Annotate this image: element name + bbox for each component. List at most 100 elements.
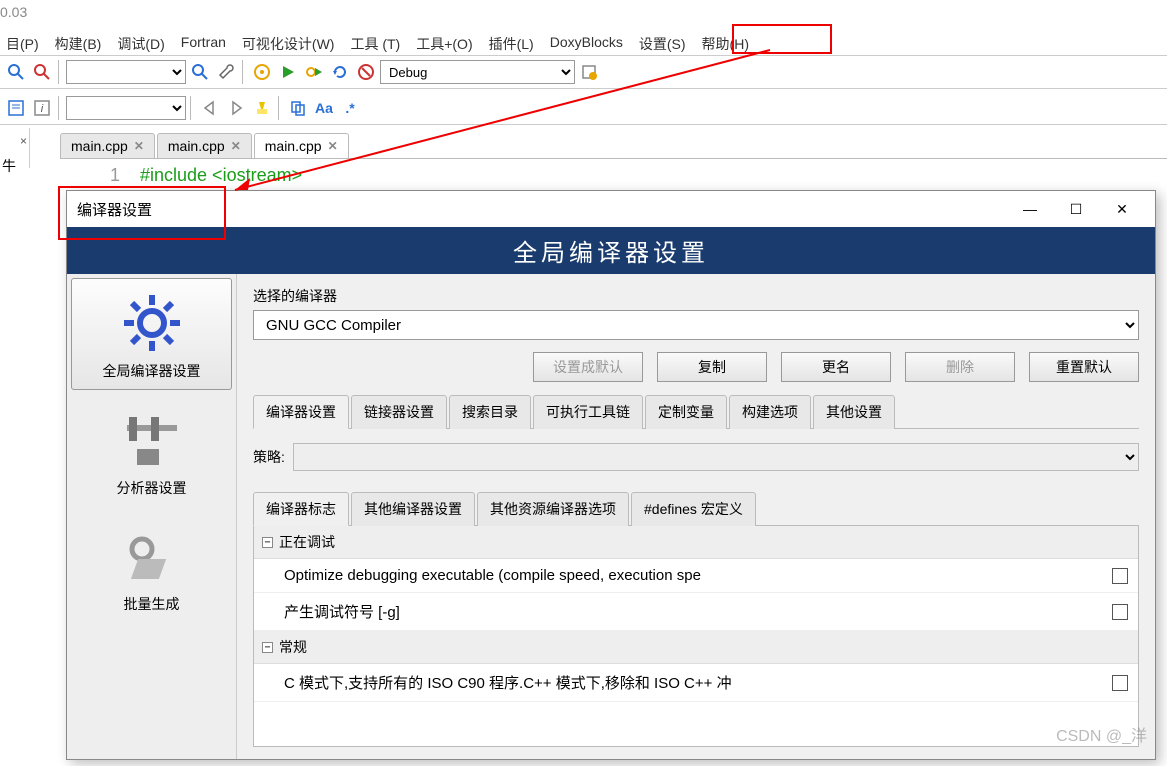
collapse-icon[interactable]: − <box>262 537 273 548</box>
search-icon[interactable] <box>188 60 212 84</box>
menu-settings[interactable]: 设置(S) <box>633 30 692 58</box>
sidebar-item-batch-build[interactable]: 批量生成 <box>71 512 232 622</box>
delete-button[interactable]: 删除 <box>905 352 1015 382</box>
settings-tabs: 编译器设置 链接器设置 搜索目录 可执行工具链 定制变量 构建选项 其他设置 <box>253 394 1139 429</box>
reset-default-button[interactable]: 重置默认 <box>1029 352 1139 382</box>
left-panel: × 牛 <box>0 128 30 168</box>
code-editor[interactable]: 1#include <iostream> <box>60 158 1167 186</box>
file-tab[interactable]: main.cpp✕ <box>254 133 349 158</box>
menu-tools-plus[interactable]: 工具+(O) <box>410 30 478 58</box>
file-tab[interactable]: main.cpp✕ <box>60 133 155 158</box>
line-number: 1 <box>60 165 140 186</box>
menu-fortran[interactable]: Fortran <box>175 30 232 58</box>
compiler-select-label: 选择的编译器 <box>253 286 1139 306</box>
close-panel-icon[interactable]: × <box>20 134 27 148</box>
tab-search-dirs[interactable]: 搜索目录 <box>449 395 531 429</box>
dialog-title-text: 编译器设置 <box>77 199 152 220</box>
file-tabs: main.cpp✕ main.cpp✕ main.cpp✕ <box>60 128 351 158</box>
back-icon[interactable] <box>198 96 222 120</box>
rename-button[interactable]: 更名 <box>781 352 891 382</box>
menu-build[interactable]: 构建(B) <box>49 30 108 58</box>
separator <box>278 96 282 120</box>
close-tab-icon[interactable]: ✕ <box>328 139 338 153</box>
wrench-icon[interactable] <box>214 60 238 84</box>
target-settings-icon[interactable] <box>577 60 601 84</box>
sidebar-item-analyzer[interactable]: 分析器设置 <box>71 396 232 506</box>
compiler-settings-dialog: 编译器设置 — ☐ ✕ 全局编译器设置 全局编译器设置 分析器设置 批量生成 选… <box>66 190 1156 760</box>
toolbar-row-2: i Aa .* <box>0 91 1167 125</box>
separator <box>58 60 62 84</box>
batch-gear-icon <box>75 520 228 592</box>
dialog-main: 选择的编译器 GNU GCC Compiler 设置成默认 复制 更名 删除 重… <box>237 274 1155 759</box>
flag-row[interactable]: C 模式下,支持所有的 ISO C90 程序.C++ 模式下,移除和 ISO C… <box>254 664 1138 702</box>
tab-defines[interactable]: #defines 宏定义 <box>631 492 756 526</box>
run-icon[interactable] <box>276 60 300 84</box>
build-target-combo[interactable]: Debug <box>380 60 575 84</box>
version-text: 0.03 <box>0 4 27 20</box>
flag-checkbox[interactable] <box>1112 604 1128 620</box>
build-icon[interactable] <box>250 60 274 84</box>
gear-icon <box>76 287 227 359</box>
close-button[interactable]: ✕ <box>1099 194 1145 224</box>
copy-icon[interactable] <box>286 96 310 120</box>
tab-other-resource[interactable]: 其他资源编译器选项 <box>477 492 629 526</box>
set-default-button[interactable]: 设置成默认 <box>533 352 643 382</box>
minimize-button[interactable]: — <box>1007 194 1053 224</box>
policy-select[interactable] <box>293 443 1139 471</box>
flags-tabs: 编译器标志 其他编译器设置 其他资源编译器选项 #defines 宏定义 <box>253 491 1139 526</box>
tab-build-options[interactable]: 构建选项 <box>729 395 811 429</box>
dialog-titlebar: 编译器设置 — ☐ ✕ <box>67 191 1155 227</box>
menu-visual-design[interactable]: 可视化设计(W) <box>236 30 341 58</box>
menu-doxyblocks[interactable]: DoxyBlocks <box>544 30 629 58</box>
tab-toolchain[interactable]: 可执行工具链 <box>533 395 643 429</box>
menu-tools[interactable]: 工具 (T) <box>344 30 406 58</box>
combo-2[interactable] <box>66 96 186 120</box>
separator <box>190 96 194 120</box>
group-general[interactable]: −常规 <box>254 631 1138 664</box>
caliper-icon <box>75 404 228 476</box>
outline-icon[interactable] <box>4 96 28 120</box>
abort-icon[interactable] <box>354 60 378 84</box>
file-tab[interactable]: main.cpp✕ <box>157 133 252 158</box>
menu-debug[interactable]: 调试(D) <box>111 30 170 58</box>
dialog-sidebar: 全局编译器设置 分析器设置 批量生成 <box>67 274 237 759</box>
build-run-icon[interactable] <box>302 60 326 84</box>
tab-other-settings[interactable]: 其他设置 <box>813 395 895 429</box>
tab-compiler-settings[interactable]: 编译器设置 <box>253 395 349 429</box>
menu-plugins[interactable]: 插件(L) <box>483 30 540 58</box>
flags-list[interactable]: −正在调试 Optimize debugging executable (com… <box>253 525 1139 747</box>
separator <box>58 96 62 120</box>
svg-text:i: i <box>41 103 44 115</box>
panel-label: 牛 <box>2 156 16 176</box>
dialog-banner: 全局编译器设置 <box>67 227 1155 274</box>
info-icon[interactable]: i <box>30 96 54 120</box>
regex-icon[interactable]: .* <box>338 96 362 120</box>
sidebar-item-global-compiler[interactable]: 全局编译器设置 <box>71 278 232 390</box>
forward-icon[interactable] <box>224 96 248 120</box>
menu-help[interactable]: 帮助(H) <box>696 30 755 58</box>
copy-button[interactable]: 复制 <box>657 352 767 382</box>
group-debugging[interactable]: −正在调试 <box>254 526 1138 559</box>
compiler-select[interactable]: GNU GCC Compiler <box>253 310 1139 340</box>
flag-row[interactable]: Optimize debugging executable (compile s… <box>254 559 1138 593</box>
highlight-icon[interactable] <box>250 96 274 120</box>
rebuild-icon[interactable] <box>328 60 352 84</box>
tab-linker-settings[interactable]: 链接器设置 <box>351 395 447 429</box>
separator <box>242 60 246 84</box>
maximize-button[interactable]: ☐ <box>1053 194 1099 224</box>
tab-compiler-flags[interactable]: 编译器标志 <box>253 492 349 526</box>
menu-project[interactable]: 目(P) <box>0 30 45 58</box>
flag-checkbox[interactable] <box>1112 675 1128 691</box>
flag-row[interactable]: 产生调试符号 [-g] <box>254 593 1138 631</box>
close-tab-icon[interactable]: ✕ <box>134 139 144 153</box>
flag-checkbox[interactable] <box>1112 568 1128 584</box>
tab-other-compiler[interactable]: 其他编译器设置 <box>351 492 475 526</box>
case-icon[interactable]: Aa <box>312 96 336 120</box>
tab-custom-vars[interactable]: 定制变量 <box>645 395 727 429</box>
toolbar-row-1: Debug <box>0 55 1167 89</box>
zoom-find-icon[interactable] <box>30 60 54 84</box>
combo-1[interactable] <box>66 60 186 84</box>
zoom-in-icon[interactable] <box>4 60 28 84</box>
close-tab-icon[interactable]: ✕ <box>231 139 241 153</box>
collapse-icon[interactable]: − <box>262 642 273 653</box>
